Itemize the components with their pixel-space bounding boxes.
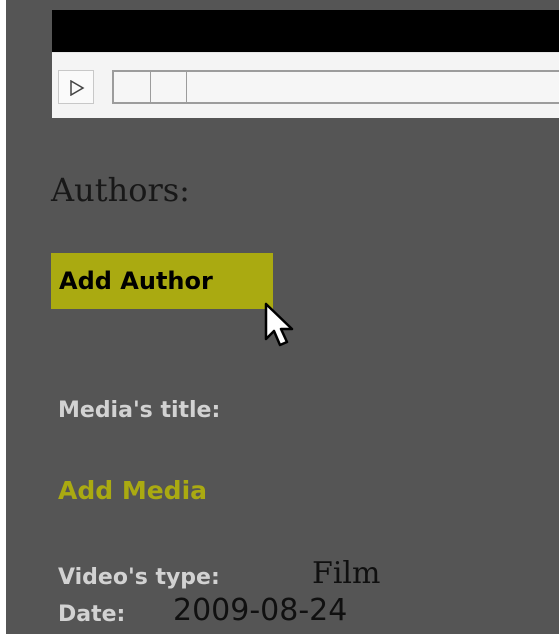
video-area[interactable] xyxy=(52,10,559,52)
date-value: 2009-08-24 xyxy=(173,593,348,628)
progress-segment xyxy=(114,72,151,102)
progress-bar[interactable] xyxy=(112,70,559,104)
play-icon xyxy=(70,80,85,96)
mouse-cursor-icon xyxy=(264,302,294,347)
add-author-button[interactable]: Add Author xyxy=(51,253,273,309)
authors-heading: Authors: xyxy=(51,171,190,209)
media-title-label: Media's title: xyxy=(58,398,221,423)
player-controls xyxy=(52,52,559,118)
date-label: Date: xyxy=(58,602,126,627)
add-media-link[interactable]: Add Media xyxy=(58,478,207,503)
video-type-label: Video's type: xyxy=(58,565,220,590)
video-type-value: Film xyxy=(312,556,381,591)
play-button[interactable] xyxy=(58,70,94,104)
progress-segment xyxy=(150,72,187,102)
